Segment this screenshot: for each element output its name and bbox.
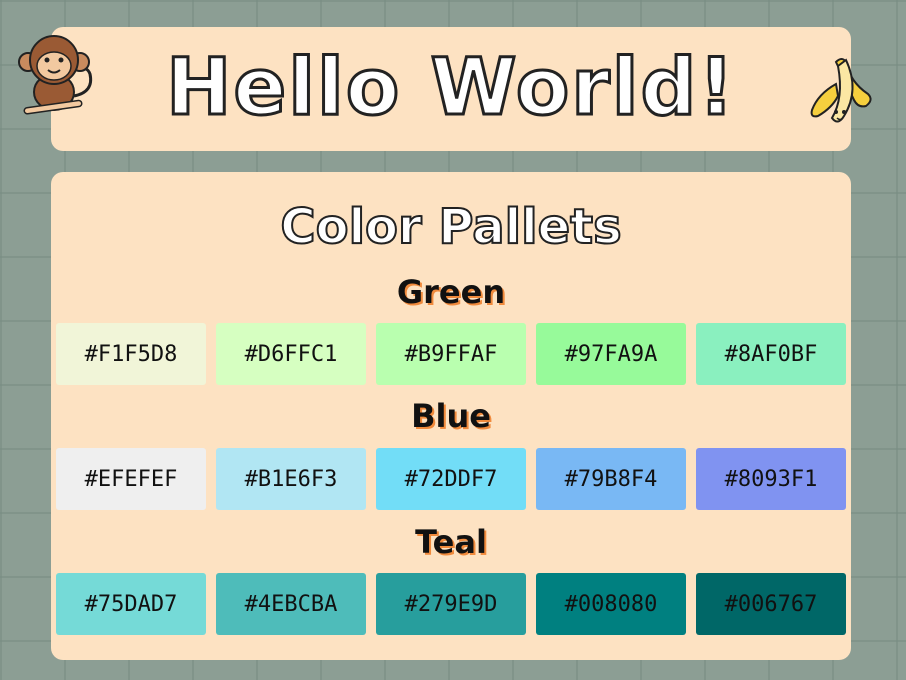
swatch-green-2[interactable]: #D6FFC1 xyxy=(216,323,366,385)
swatch-teal-5[interactable]: #006767 xyxy=(696,573,846,635)
section-label-teal: Teal xyxy=(415,523,487,561)
swatch-green-5[interactable]: #8AF0BF xyxy=(696,323,846,385)
swatch-green-4[interactable]: #97FA9A xyxy=(536,323,686,385)
monkey-icon xyxy=(18,35,93,115)
panel-title: Color Pallets xyxy=(279,198,622,256)
teal-swatch-row: #75DAD7 #4EBCBA #279E9D #008080 #006767 xyxy=(56,573,846,635)
banana-icon xyxy=(810,58,872,123)
swatch-blue-2[interactable]: #B1E6F3 xyxy=(216,448,366,510)
swatch-teal-4[interactable]: #008080 xyxy=(536,573,686,635)
swatch-teal-3[interactable]: #279E9D xyxy=(376,573,526,635)
header-banner: Hello World! xyxy=(51,27,851,151)
swatch-blue-3[interactable]: #72DDF7 xyxy=(376,448,526,510)
green-swatch-row: #F1F5D8 #D6FFC1 #B9FFAF #97FA9A #8AF0BF xyxy=(56,323,846,385)
swatch-green-1[interactable]: #F1F5D8 xyxy=(56,323,206,385)
color-pallets-panel: Color Pallets Green #F1F5D8 #D6FFC1 #B9F… xyxy=(51,172,851,660)
swatch-teal-2[interactable]: #4EBCBA xyxy=(216,573,366,635)
blue-swatch-row: #EFEFEF #B1E6F3 #72DDF7 #79B8F4 #8093F1 xyxy=(56,448,846,510)
swatch-green-3[interactable]: #B9FFAF xyxy=(376,323,526,385)
swatch-blue-1[interactable]: #EFEFEF xyxy=(56,448,206,510)
page-title: Hello World! xyxy=(165,42,736,135)
section-label-blue: Blue xyxy=(411,397,491,435)
section-label-green: Green xyxy=(396,273,506,311)
swatch-teal-1[interactable]: #75DAD7 xyxy=(56,573,206,635)
swatch-blue-5[interactable]: #8093F1 xyxy=(696,448,846,510)
swatch-blue-4[interactable]: #79B8F4 xyxy=(536,448,686,510)
